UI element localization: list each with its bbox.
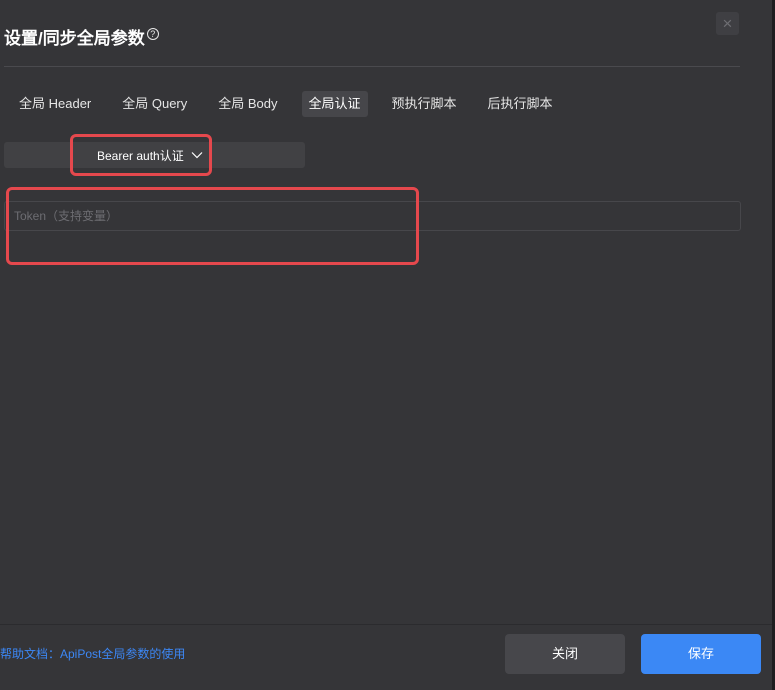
save-button[interactable]: 保存 [641,634,761,674]
tab-post-script[interactable]: 后执行脚本 [481,91,560,117]
tab-pre-script[interactable]: 预执行脚本 [385,91,464,117]
dialog-title-text: 设置/同步全局参数 [4,29,145,48]
tab-global-body[interactable]: 全局 Body [211,91,284,117]
close-button[interactable]: 关闭 [505,634,625,674]
footer-divider [0,624,772,625]
tab-global-header[interactable]: 全局 Header [12,91,98,117]
global-params-dialog: 设置/同步全局参数 ? × 全局 Header 全局 Query 全局 Body… [0,0,775,690]
title-divider [4,66,740,67]
tab-bar: 全局 Header 全局 Query 全局 Body 全局认证 预执行脚本 后执… [12,91,577,117]
close-icon[interactable]: × [716,12,739,35]
tab-global-query[interactable]: 全局 Query [115,91,194,117]
highlight-box-auth-type [70,134,212,176]
dialog-title: 设置/同步全局参数 ? [4,24,159,49]
highlight-box-token [6,187,419,265]
question-circle-icon[interactable]: ? [146,27,159,40]
help-doc-link[interactable]: 帮助文档：ApiPost全局参数的使用 [0,645,185,662]
tab-global-auth[interactable]: 全局认证 [301,91,368,117]
